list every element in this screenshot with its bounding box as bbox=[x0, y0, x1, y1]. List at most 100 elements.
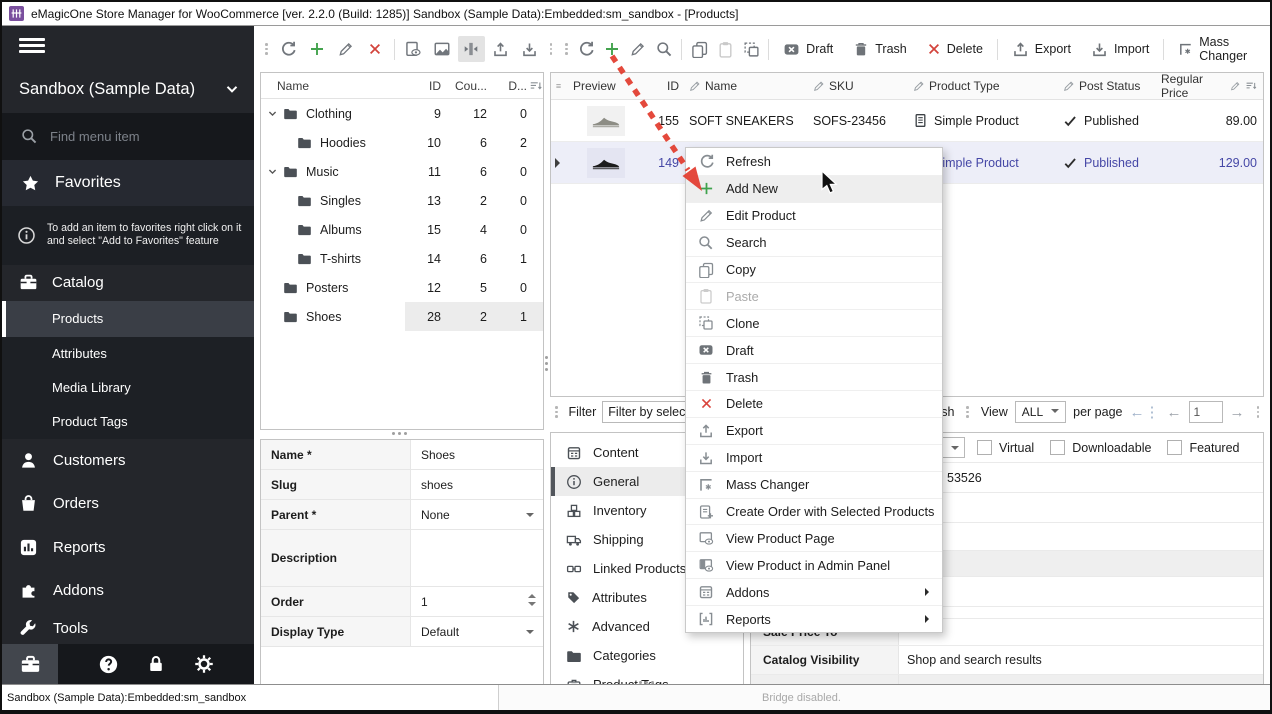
clone-button[interactable] bbox=[739, 36, 763, 62]
context-search[interactable]: Search bbox=[686, 229, 942, 256]
toolbar-drag-handle[interactable] bbox=[265, 43, 268, 55]
import-button[interactable]: Import bbox=[1082, 36, 1158, 62]
context-draft[interactable]: Draft bbox=[686, 336, 942, 363]
expander-icon[interactable] bbox=[261, 166, 283, 177]
context-paste[interactable]: Paste bbox=[686, 282, 942, 309]
context-mass-changer[interactable]: Mass Changer bbox=[686, 471, 942, 498]
featured-checkbox[interactable] bbox=[1167, 440, 1182, 455]
tree-row-albums[interactable]: Albums 1540 bbox=[261, 215, 543, 244]
tree-row-tshirts[interactable]: T-shirts 1461 bbox=[261, 244, 543, 273]
context-trash[interactable]: Trash bbox=[686, 363, 942, 390]
category-import-button[interactable] bbox=[516, 36, 543, 62]
menu-toggle-button[interactable] bbox=[2, 26, 254, 66]
context-refresh[interactable]: Refresh bbox=[686, 148, 942, 175]
context-copy[interactable]: Copy bbox=[686, 256, 942, 283]
category-image-button[interactable] bbox=[429, 36, 456, 62]
product-row[interactable]: 155 SOFT SNEAKERS SOFS-23456 Simple Prod… bbox=[551, 100, 1263, 142]
tree-row-music[interactable]: Music 1160 bbox=[261, 157, 543, 186]
sale-price-to-field[interactable] bbox=[899, 619, 1263, 645]
downloadable-checkbox[interactable] bbox=[1050, 440, 1065, 455]
splitter-handle[interactable] bbox=[392, 432, 407, 435]
category-export-button[interactable] bbox=[487, 36, 514, 62]
export-button[interactable]: Export bbox=[1003, 36, 1080, 62]
tree-row-posters[interactable]: Posters 1250 bbox=[261, 273, 543, 302]
virtual-checkbox[interactable] bbox=[977, 440, 992, 455]
sidebar-item-attributes[interactable]: Attributes bbox=[2, 337, 254, 371]
sidebar-item-orders[interactable]: Orders bbox=[2, 482, 254, 525]
toolbar-drag-handle[interactable] bbox=[550, 43, 553, 55]
name-field[interactable]: Shoes bbox=[411, 440, 543, 469]
category-split-view-button[interactable] bbox=[458, 36, 485, 62]
context-create-order[interactable]: Create Order with Selected Products bbox=[686, 498, 942, 525]
context-view-product-page[interactable]: View Product Page bbox=[686, 524, 942, 551]
paste-button[interactable] bbox=[713, 36, 737, 62]
lock-button[interactable] bbox=[146, 644, 166, 684]
sku-field[interactable]: 53526 bbox=[899, 463, 1263, 492]
context-delete[interactable]: Delete bbox=[686, 390, 942, 417]
sidebar-item-media-library[interactable]: Media Library bbox=[2, 371, 254, 405]
parent-select[interactable]: None bbox=[411, 500, 543, 529]
sidebar-item-customers[interactable]: Customers bbox=[2, 439, 254, 482]
trash-button[interactable]: Trash bbox=[844, 36, 916, 62]
slug-field[interactable]: shoes bbox=[411, 470, 543, 499]
menu-search-input[interactable] bbox=[50, 129, 220, 144]
prev-page-icon[interactable]: ← bbox=[1167, 404, 1182, 421]
context-view-product-admin[interactable]: View Product in Admin Panel bbox=[686, 551, 942, 578]
sidebar-item-product-tags[interactable]: Product Tags bbox=[2, 405, 254, 439]
order-stepper[interactable]: 1 bbox=[411, 587, 543, 616]
category-refresh-button[interactable] bbox=[275, 36, 302, 62]
toolbar-drag-handle[interactable] bbox=[1257, 406, 1260, 418]
product-search-button[interactable] bbox=[652, 36, 676, 62]
toolbar-drag-handle[interactable] bbox=[565, 43, 568, 55]
column-chooser-icon[interactable]: ≡ bbox=[556, 81, 560, 91]
detail-field[interactable] bbox=[899, 577, 1263, 606]
context-add-new[interactable]: Add New bbox=[686, 175, 942, 202]
first-page-icon[interactable]: ←⋮ bbox=[1130, 403, 1160, 421]
product-add-button[interactable] bbox=[600, 36, 624, 62]
product-edit-button[interactable] bbox=[626, 36, 650, 62]
category-tree-header[interactable]: Name ID Cou... D... bbox=[261, 73, 543, 99]
sidebar-item-favorites[interactable]: Favorites bbox=[2, 160, 254, 205]
products-table-header[interactable]: ≡ Preview ID Name SKU Product Type Post … bbox=[551, 73, 1263, 100]
delete-button[interactable]: Delete bbox=[918, 36, 992, 62]
context-export[interactable]: Export bbox=[686, 417, 942, 444]
detail-field[interactable] bbox=[899, 493, 1263, 522]
tab-categories[interactable]: Categories bbox=[551, 641, 743, 670]
tree-row-hoodies[interactable]: Hoodies 1062 bbox=[261, 128, 543, 157]
description-field[interactable] bbox=[411, 530, 543, 586]
expander-icon[interactable] bbox=[261, 108, 283, 119]
context-edit-product[interactable]: Edit Product bbox=[686, 202, 942, 229]
store-button[interactable] bbox=[2, 644, 58, 684]
detail-field[interactable] bbox=[899, 523, 1263, 550]
context-clone[interactable]: Clone bbox=[686, 309, 942, 336]
sidebar-item-reports[interactable]: Reports bbox=[2, 525, 254, 568]
tree-row-clothing[interactable]: Clothing 9120 bbox=[261, 99, 543, 128]
category-preview-images-button[interactable] bbox=[400, 36, 427, 62]
context-addons[interactable]: Addons bbox=[686, 578, 942, 605]
tree-row-singles[interactable]: Singles 1320 bbox=[261, 186, 543, 215]
category-add-button[interactable] bbox=[304, 36, 331, 62]
context-import[interactable]: Import bbox=[686, 444, 942, 471]
sidebar-item-addons[interactable]: Addons bbox=[2, 569, 254, 612]
help-button[interactable] bbox=[98, 644, 119, 684]
tree-row-shoes[interactable]: Shoes 2821 bbox=[261, 302, 543, 331]
next-page-icon[interactable]: → bbox=[1230, 404, 1245, 421]
category-edit-button[interactable] bbox=[333, 36, 360, 62]
view-select[interactable]: ALL bbox=[1015, 401, 1066, 423]
draft-button[interactable]: Draft bbox=[774, 36, 842, 62]
category-delete-button[interactable] bbox=[362, 36, 389, 62]
mass-changer-button[interactable]: Mass Changer bbox=[1169, 36, 1272, 62]
sidebar-item-products[interactable]: Products bbox=[2, 301, 254, 337]
display-type-select[interactable]: Default bbox=[411, 617, 543, 646]
copy-button[interactable] bbox=[687, 36, 711, 62]
context-reports[interactable]: Reports bbox=[686, 605, 942, 632]
spinner-icons[interactable] bbox=[528, 594, 536, 606]
sidebar-item-tools[interactable]: Tools bbox=[2, 612, 254, 644]
connection-selector[interactable]: Sandbox (Sample Data) bbox=[2, 66, 254, 113]
settings-button[interactable] bbox=[194, 644, 214, 684]
page-number-input[interactable] bbox=[1189, 401, 1223, 423]
product-refresh-button[interactable] bbox=[575, 36, 599, 62]
toolbar-drag-handle[interactable] bbox=[555, 406, 558, 418]
sidebar-search[interactable] bbox=[2, 113, 254, 160]
toolbar-drag-handle[interactable] bbox=[966, 406, 969, 418]
